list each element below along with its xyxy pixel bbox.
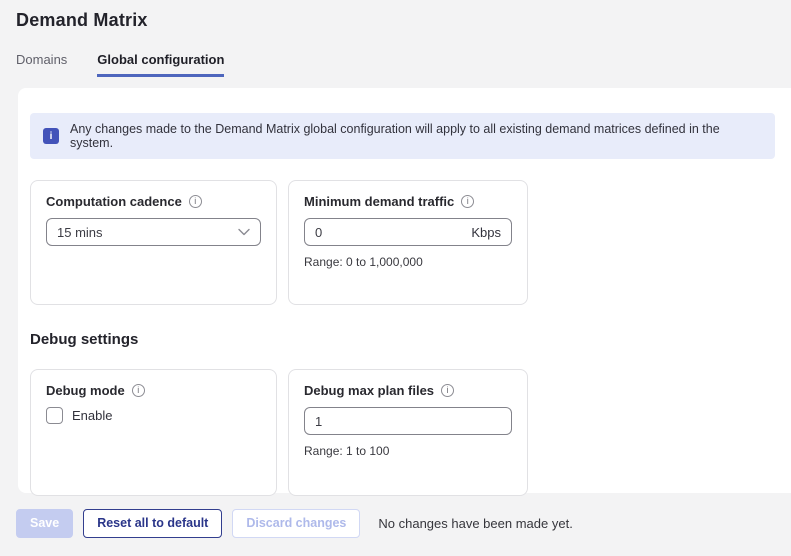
discard-changes-button[interactable]: Discard changes (232, 509, 361, 538)
info-icon[interactable]: i (131, 384, 145, 397)
computation-cadence-select[interactable]: 15 mins (46, 218, 261, 246)
debug-mode-label: Debug mode (46, 383, 125, 398)
chevron-down-icon (238, 228, 250, 236)
page-header: Demand Matrix Domains Global configurati… (0, 0, 791, 88)
debug-settings-heading: Debug settings (30, 331, 139, 348)
debug-mode-checkbox-label: Enable (72, 408, 113, 423)
debug-mode-label-row: Debug mode i (46, 383, 261, 398)
info-icon[interactable]: i (188, 195, 202, 208)
debug-max-plan-files-range: Range: 1 to 100 (304, 444, 390, 458)
minimum-demand-traffic-label-row: Minimum demand traffic i (304, 194, 512, 209)
debug-max-plan-files-card: Debug max plan files i Range: 1 to 100 (288, 369, 528, 496)
tab-domains[interactable]: Domains (16, 52, 67, 77)
info-banner: i Any changes made to the Demand Matrix … (30, 113, 775, 159)
content-panel: i Any changes made to the Demand Matrix … (18, 88, 791, 496)
tab-global-configuration[interactable]: Global configuration (97, 52, 225, 77)
debug-max-plan-files-input[interactable] (315, 413, 501, 429)
minimum-demand-traffic-card: Minimum demand traffic i Kbps Range: 0 t… (288, 180, 528, 305)
debug-mode-card: Debug mode i Enable (30, 369, 277, 496)
debug-mode-checkbox[interactable] (46, 407, 63, 424)
computation-cadence-selected-value: 15 mins (57, 224, 103, 240)
minimum-demand-traffic-range: Range: 0 to 1,000,000 (304, 255, 423, 269)
page-title: Demand Matrix (16, 10, 148, 30)
debug-max-plan-files-label-row: Debug max plan files i (304, 383, 512, 398)
general-settings-row: Computation cadence i 15 mins Minimum de… (30, 180, 775, 305)
debug-max-plan-files-field (304, 407, 512, 435)
computation-cadence-label: Computation cadence (46, 194, 182, 209)
footer-action-bar: Save Reset all to default Discard change… (0, 493, 791, 538)
info-icon[interactable]: i (441, 384, 455, 397)
debug-mode-enable-row: Enable (46, 407, 261, 424)
minimum-demand-traffic-label: Minimum demand traffic (304, 194, 455, 209)
info-banner-text: Any changes made to the Demand Matrix gl… (70, 122, 720, 150)
minimum-demand-traffic-input[interactable] (315, 224, 464, 240)
computation-cadence-label-row: Computation cadence i (46, 194, 261, 209)
save-button[interactable]: Save (16, 509, 74, 538)
footer-status-text: No changes have been made yet. (378, 516, 573, 531)
reset-all-to-default-button[interactable]: Reset all to default (83, 509, 223, 538)
info-icon[interactable]: i (461, 195, 475, 208)
info-icon: i (43, 128, 59, 144)
debug-max-plan-files-label: Debug max plan files (304, 383, 435, 398)
computation-cadence-card: Computation cadence i 15 mins (30, 180, 277, 305)
minimum-demand-traffic-unit: Kbps (471, 224, 501, 240)
debug-settings-row: Debug mode i Enable Debug max plan files… (30, 369, 775, 496)
tab-bar: Domains Global configuration (16, 52, 791, 77)
minimum-demand-traffic-field: Kbps (304, 218, 512, 246)
